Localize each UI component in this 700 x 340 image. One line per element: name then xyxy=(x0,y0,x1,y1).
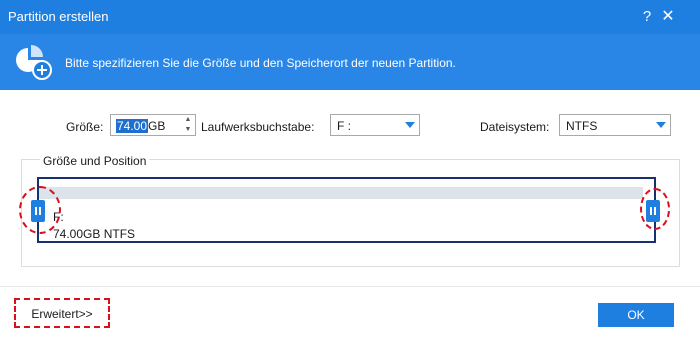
help-button[interactable]: ? xyxy=(636,7,658,27)
filesystem-value: NTFS xyxy=(566,119,598,133)
partition-usage-bar xyxy=(39,187,643,199)
highlight-circle-left xyxy=(19,186,61,234)
info-banner: Bitte spezifizieren Sie die Größe und de… xyxy=(0,34,700,90)
partition-info: 74.00GB NTFS xyxy=(53,227,136,241)
footer-divider xyxy=(0,286,700,287)
chevron-down-icon[interactable] xyxy=(401,115,419,135)
filesystem-label: Dateisystem: xyxy=(480,120,550,134)
advanced-button[interactable]: Erweitert>> xyxy=(20,305,104,323)
partition-add-icon xyxy=(16,44,54,80)
window-title: Partition erstellen xyxy=(8,9,109,24)
advanced-highlight: Erweitert>> xyxy=(14,298,110,328)
highlight-circle-right xyxy=(640,188,670,230)
size-label: Größe: xyxy=(66,120,104,134)
size-spinner[interactable]: ▲ ▼ xyxy=(181,115,195,135)
drive-letter-value: F : xyxy=(337,119,351,133)
filesystem-select[interactable]: NTFS xyxy=(559,114,671,136)
close-button[interactable]: ✕ xyxy=(657,7,679,27)
drive-letter-label: Laufwerksbuchstabe: xyxy=(201,120,315,134)
size-number[interactable]: 74.00 xyxy=(116,119,149,133)
banner-text: Bitte spezifizieren Sie die Größe und de… xyxy=(65,56,456,70)
size-increment-icon[interactable]: ▲ xyxy=(181,115,195,125)
ok-button[interactable]: OK xyxy=(598,303,674,327)
size-unit: GB xyxy=(148,119,166,133)
chevron-down-icon[interactable] xyxy=(652,115,670,135)
size-value[interactable]: 74.00GB xyxy=(116,119,165,133)
size-decrement-icon[interactable]: ▼ xyxy=(181,125,195,135)
title-bar: Partition erstellen ? ✕ xyxy=(0,0,700,34)
size-stepper[interactable]: 74.00GB ▲ ▼ xyxy=(110,114,196,136)
drive-letter-select[interactable]: F : xyxy=(330,114,420,136)
group-title: Größe und Position xyxy=(40,154,150,168)
